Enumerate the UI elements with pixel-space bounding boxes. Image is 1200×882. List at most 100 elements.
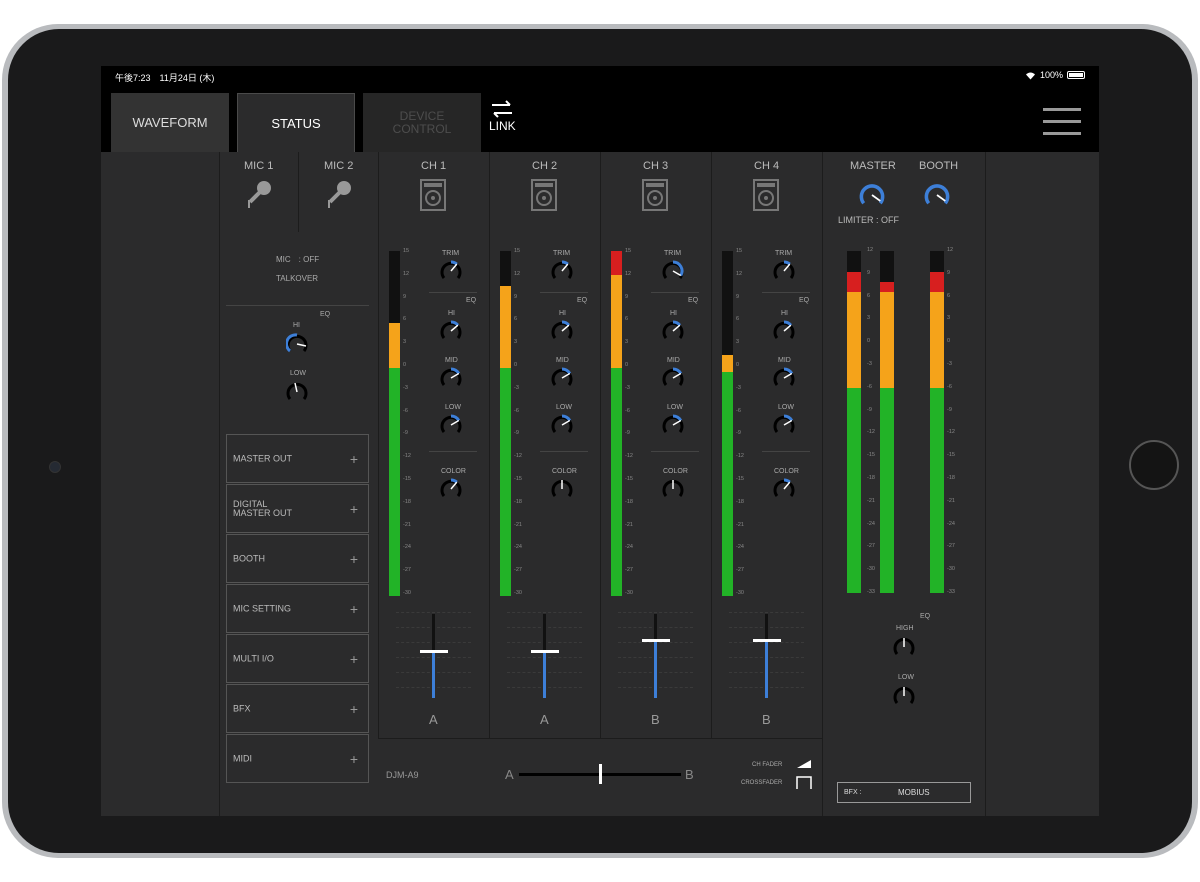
mid-knob[interactable] bbox=[773, 367, 795, 389]
master-scale-tick: 6 bbox=[947, 294, 950, 300]
battery-icon bbox=[1067, 71, 1085, 79]
meter-scale-tick: -24 bbox=[736, 545, 744, 551]
low-knob[interactable] bbox=[551, 414, 573, 436]
meter-scale-tick: -12 bbox=[514, 454, 522, 460]
eq-label: EQ bbox=[688, 297, 698, 304]
meter-scale-tick: 6 bbox=[514, 317, 517, 323]
channel-fader-handle[interactable] bbox=[642, 639, 670, 642]
color-knob[interactable] bbox=[551, 478, 573, 500]
master-level-knob[interactable] bbox=[859, 182, 885, 208]
mic-hi-knob[interactable] bbox=[286, 333, 308, 355]
color-knob[interactable] bbox=[662, 478, 684, 500]
wifi-icon bbox=[1025, 71, 1036, 80]
master-high-knob[interactable] bbox=[893, 636, 915, 658]
hi-knob[interactable] bbox=[551, 320, 573, 342]
meter-orange bbox=[930, 292, 944, 388]
hamburger-menu-icon[interactable] bbox=[1043, 108, 1081, 144]
divider bbox=[429, 451, 477, 452]
fader-grid-line bbox=[507, 612, 582, 613]
channel-fader-handle[interactable] bbox=[753, 639, 781, 642]
trim-knob[interactable] bbox=[773, 260, 795, 282]
low-knob[interactable] bbox=[662, 414, 684, 436]
hi-label: HI bbox=[559, 310, 566, 317]
mid-knob[interactable] bbox=[440, 367, 462, 389]
menu-booth[interactable]: BOOTH+ bbox=[226, 534, 369, 583]
mic-low-knob[interactable] bbox=[286, 381, 308, 403]
tab-device-control[interactable]: DEVICE CONTROL bbox=[363, 93, 481, 152]
trim-knob[interactable] bbox=[551, 260, 573, 282]
meter-scale-tick: -9 bbox=[736, 431, 741, 437]
master-scale-tick: -21 bbox=[947, 499, 955, 505]
meter-scale-tick: 15 bbox=[625, 249, 631, 255]
master-scale-tick: 0 bbox=[867, 339, 870, 345]
crossfader-assign-label: B bbox=[762, 712, 771, 727]
meter-scale-tick: 0 bbox=[403, 363, 406, 369]
menu-midi[interactable]: MIDI+ bbox=[226, 734, 369, 783]
tab-status[interactable]: STATUS bbox=[237, 93, 355, 152]
low-knob[interactable] bbox=[773, 414, 795, 436]
hi-knob[interactable] bbox=[662, 320, 684, 342]
level-meter bbox=[611, 251, 622, 596]
meter-scale-tick: 12 bbox=[403, 272, 409, 278]
master-level-meter bbox=[880, 251, 894, 593]
meter-scale-tick: -3 bbox=[403, 386, 408, 392]
menu-mic-setting[interactable]: MIC SETTING+ bbox=[226, 584, 369, 633]
trim-label: TRIM bbox=[775, 250, 792, 257]
channel-fader-handle[interactable] bbox=[420, 650, 448, 653]
ch-fader-curve-icon[interactable] bbox=[796, 758, 812, 770]
master-eq-label: EQ bbox=[920, 613, 930, 620]
mid-label: MID bbox=[778, 357, 791, 364]
home-button[interactable] bbox=[1129, 440, 1179, 490]
tab-waveform[interactable]: WAVEFORM bbox=[111, 93, 229, 152]
meter-scale-tick: -18 bbox=[625, 500, 633, 506]
mic-eq-label: EQ bbox=[320, 311, 330, 318]
booth-level-knob[interactable] bbox=[924, 182, 950, 208]
crossfader-assign-label: A bbox=[540, 712, 549, 727]
meter-scale-tick: -3 bbox=[736, 386, 741, 392]
mid-knob[interactable] bbox=[551, 367, 573, 389]
meter-green bbox=[847, 388, 861, 593]
meter-scale-tick: -12 bbox=[625, 454, 633, 460]
fader-fill bbox=[765, 639, 768, 698]
menu-master-out[interactable]: MASTER OUT+ bbox=[226, 434, 369, 483]
meter-scale-tick: -12 bbox=[403, 454, 411, 460]
color-knob[interactable] bbox=[773, 478, 795, 500]
crossfader-handle[interactable] bbox=[599, 764, 602, 784]
talkover-label: TALKOVER bbox=[276, 274, 318, 283]
color-label: COLOR bbox=[552, 468, 577, 475]
menu-bfx[interactable]: BFX+ bbox=[226, 684, 369, 733]
channel-strip: CH 415129630-3-6-9-12-15-18-21-24-27-30T… bbox=[711, 152, 822, 738]
master-scale-tick: 9 bbox=[947, 271, 950, 277]
trim-label: TRIM bbox=[664, 250, 681, 257]
color-label: COLOR bbox=[774, 468, 799, 475]
hi-knob[interactable] bbox=[773, 320, 795, 342]
master-scale-tick: -33 bbox=[947, 590, 955, 596]
color-label: COLOR bbox=[663, 468, 688, 475]
meter-scale-tick: 3 bbox=[736, 340, 739, 346]
hi-knob[interactable] bbox=[440, 320, 462, 342]
meter-scale-tick: -9 bbox=[625, 431, 630, 437]
divider bbox=[651, 292, 699, 293]
eq-label: EQ bbox=[466, 297, 476, 304]
channel-label: CH 1 bbox=[421, 160, 446, 172]
menu-digital-master-out[interactable]: DIGITAL MASTER OUT+ bbox=[226, 484, 369, 533]
trim-knob[interactable] bbox=[440, 260, 462, 282]
crossfader-assign-label: A bbox=[429, 712, 438, 727]
channel-strip: CH 315129630-3-6-9-12-15-18-21-24-27-30T… bbox=[600, 152, 711, 738]
trim-knob[interactable] bbox=[662, 260, 684, 282]
fader-grid-line bbox=[729, 612, 804, 613]
link-button[interactable]: LINK bbox=[489, 100, 516, 133]
low-knob[interactable] bbox=[440, 414, 462, 436]
mid-knob[interactable] bbox=[662, 367, 684, 389]
channel-fader-handle[interactable] bbox=[531, 650, 559, 653]
meter-scale-tick: 15 bbox=[403, 249, 409, 255]
meter-scale-tick: 0 bbox=[736, 363, 739, 369]
meter-red bbox=[930, 272, 944, 293]
menu-multi-io[interactable]: MULTI I/O+ bbox=[226, 634, 369, 683]
bfx-display[interactable]: BFX : MOBIUS bbox=[837, 782, 971, 803]
master-low-knob[interactable] bbox=[893, 685, 915, 707]
color-knob[interactable] bbox=[440, 478, 462, 500]
crossfader-curve-icon[interactable] bbox=[796, 776, 812, 789]
master-scale-tick: -24 bbox=[947, 522, 955, 528]
master-scale-tick: -12 bbox=[947, 430, 955, 436]
